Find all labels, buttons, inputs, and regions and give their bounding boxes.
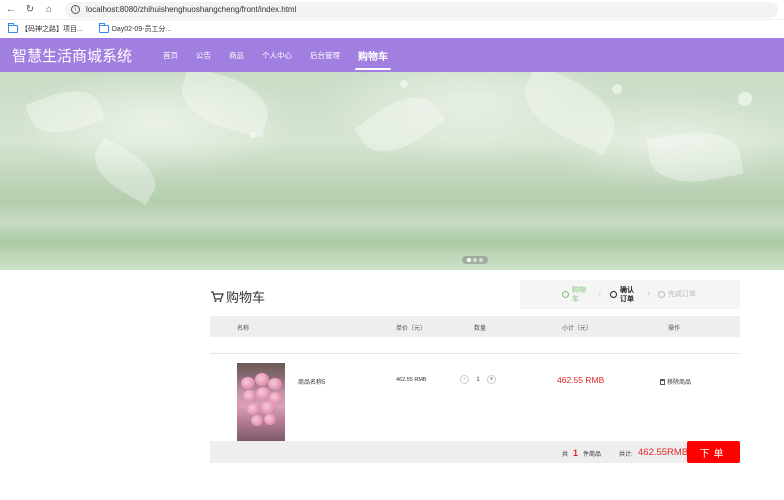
- hero-banner[interactable]: [0, 72, 784, 270]
- item-count: 共 1 件商品: [562, 448, 602, 458]
- total-value: 462.55RMB: [638, 447, 689, 458]
- trash-icon: [660, 378, 665, 385]
- rose-decor: [255, 373, 269, 386]
- site-brand[interactable]: 智慧生活商城系统: [12, 45, 142, 66]
- quantity-value[interactable]: 1: [469, 377, 487, 383]
- product-image[interactable]: [237, 363, 285, 441]
- nav-item-profile[interactable]: 个人中心: [253, 38, 301, 72]
- rose-decor: [241, 377, 255, 389]
- rose-decor: [247, 403, 260, 415]
- unit-price: 462.55 RMB: [396, 377, 427, 383]
- rose-decor: [264, 414, 276, 425]
- nav-item-announcement[interactable]: 公告: [187, 38, 220, 72]
- banner-bokeh: [400, 80, 408, 88]
- carousel-indicators: [462, 256, 488, 264]
- step-confirm: 确认订单: [610, 286, 636, 304]
- cart-title-text: 购物车: [226, 290, 266, 305]
- back-arrow-icon[interactable]: ←: [3, 2, 19, 18]
- folder-icon: [98, 23, 109, 33]
- nav-item-home[interactable]: 首页: [154, 38, 187, 72]
- step-complete: 完成订单: [658, 290, 696, 299]
- bookmarks-bar: 【码神之路】项目... Day02-09-员工分...: [0, 20, 784, 38]
- total-label: 共计:: [619, 452, 633, 458]
- bookmark-item[interactable]: 【码神之路】项目...: [8, 23, 83, 34]
- nav-item-products[interactable]: 商品: [220, 38, 253, 72]
- cart-icon: [211, 291, 224, 302]
- banner-leaf-decor: [354, 83, 446, 166]
- circle-icon: [610, 291, 617, 298]
- table-divider: [210, 353, 740, 354]
- column-header-unit-price: 单价（元）: [396, 326, 427, 332]
- banner-leaf-decor: [646, 124, 744, 190]
- banner-leaf-decor: [175, 72, 275, 138]
- banner-leaf-decor: [25, 81, 105, 143]
- nav-item-cart[interactable]: 购物车: [349, 38, 397, 72]
- info-icon[interactable]: i: [71, 5, 80, 14]
- remove-item-button[interactable]: 移除商品: [660, 377, 691, 386]
- circle-icon: [658, 291, 665, 298]
- column-header-quantity: 数量: [474, 326, 487, 332]
- cart-table-header: 名称 单价（元） 数量 小计（元） 操作: [210, 316, 740, 337]
- url-text: localhost:8080/zhihuishenghuoshangcheng/…: [86, 5, 297, 14]
- cart-item-row: 商品名称5 462.55 RMB - 1 + 462.55 RMB 移除商品: [210, 362, 740, 442]
- item-count-value: 1: [573, 448, 579, 458]
- column-header-name: 名称: [237, 326, 250, 332]
- product-name[interactable]: 商品名称5: [298, 377, 325, 386]
- folder-icon: [8, 23, 18, 33]
- banner-leaf-decor: [513, 72, 627, 156]
- carousel-dot[interactable]: [473, 258, 477, 262]
- rose-decor: [256, 387, 270, 400]
- site-header: 智慧生活商城系统 首页 公告 商品 个人中心 后台管理 购物车: [0, 38, 784, 72]
- rose-decor: [268, 378, 282, 390]
- carousel-dot[interactable]: [467, 258, 471, 262]
- step-cart: 购物车: [562, 286, 588, 304]
- banner-bokeh: [612, 84, 622, 94]
- decrease-quantity-button[interactable]: -: [460, 375, 469, 384]
- chevron-right-icon: ›: [598, 288, 602, 299]
- carousel-dot[interactable]: [479, 258, 483, 262]
- banner-bokeh: [738, 92, 752, 106]
- cart-footer: 共 1 件商品 共计: 462.55RMB 下单: [210, 441, 740, 463]
- banner-water: [0, 202, 784, 270]
- check-circle-icon: [562, 291, 569, 298]
- browser-toolbar: ← ↻ ⌂ i localhost:8080/zhihuishenghuosha…: [0, 0, 784, 20]
- nav-item-admin[interactable]: 后台管理: [301, 38, 349, 72]
- column-header-subtotal: 小计（元）: [562, 326, 593, 332]
- place-order-button[interactable]: 下单: [687, 441, 740, 463]
- banner-leaf-decor: [85, 137, 165, 205]
- chevron-right-icon: ›: [647, 288, 651, 299]
- main-nav: 首页 公告 商品 个人中心 后台管理 购物车: [154, 38, 397, 72]
- rose-decor: [261, 401, 275, 414]
- rose-decor: [251, 415, 263, 426]
- address-bar[interactable]: i localhost:8080/zhihuishenghuoshangchen…: [65, 1, 778, 18]
- bookmark-item[interactable]: Day02-09-员工分...: [98, 23, 171, 34]
- column-header-action: 操作: [668, 326, 681, 332]
- cart-title: 购物车: [210, 287, 265, 306]
- order-steps: 购物车 › 确认订单 › 完成订单: [520, 280, 740, 309]
- quantity-stepper: - 1 +: [460, 375, 496, 384]
- rose-decor: [243, 390, 256, 402]
- home-icon[interactable]: ⌂: [41, 2, 57, 18]
- increase-quantity-button[interactable]: +: [487, 375, 496, 384]
- reload-icon[interactable]: ↻: [22, 2, 38, 18]
- item-subtotal: 462.55 RMB: [557, 375, 605, 385]
- remove-item-label: 移除商品: [667, 380, 692, 386]
- banner-bokeh: [250, 132, 256, 138]
